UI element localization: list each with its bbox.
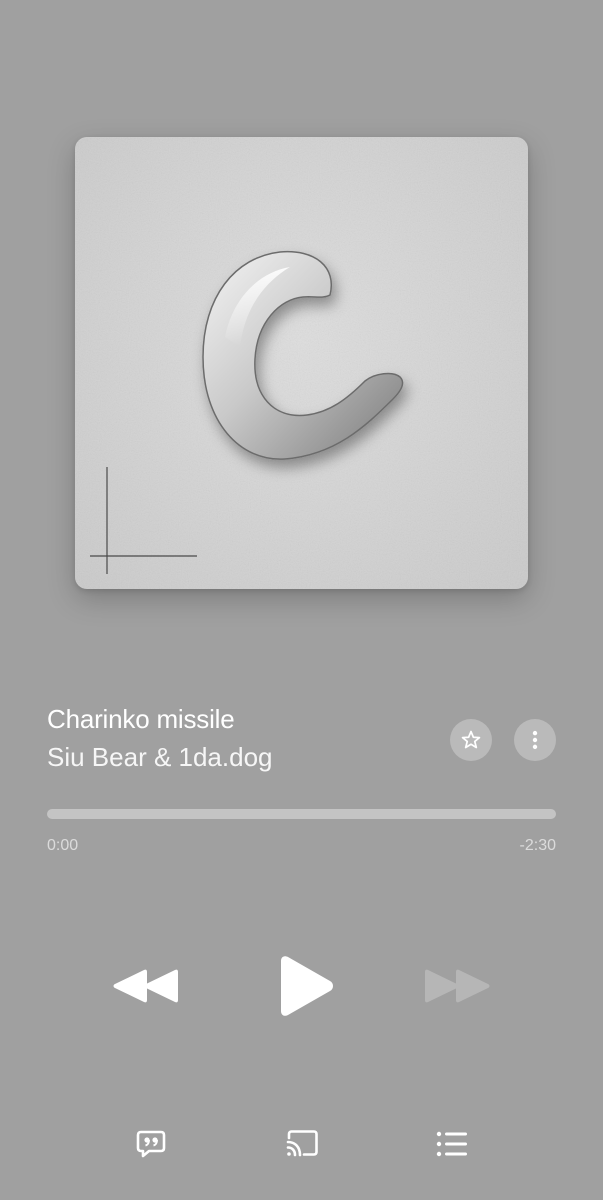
now-playing-screen: Charinko missile Siu Bear & 1da.dog 0:00… <box>0 0 603 1200</box>
more-options-button[interactable] <box>514 719 556 761</box>
queue-button[interactable] <box>430 1122 474 1166</box>
track-artist[interactable]: Siu Bear & 1da.dog <box>47 742 273 773</box>
progress-bar[interactable] <box>47 809 556 819</box>
remaining-time: -2:30 <box>519 837 556 854</box>
airplay-cast-icon <box>286 1130 318 1157</box>
elapsed-time: 0:00 <box>47 837 79 854</box>
rewind-icon <box>113 969 178 1003</box>
fast-forward-button[interactable] <box>418 960 498 1012</box>
rewind-button[interactable] <box>105 960 185 1012</box>
artwork-illustration <box>75 137 528 589</box>
queue-list-icon <box>436 1131 467 1157</box>
play-button[interactable] <box>266 950 342 1022</box>
lyrics-quote-bubble-icon <box>136 1130 166 1158</box>
album-artwork[interactable] <box>75 137 528 589</box>
vertical-ellipsis-icon <box>532 730 538 750</box>
track-title: Charinko missile <box>47 704 235 734</box>
play-icon <box>281 956 333 1016</box>
favorite-button[interactable] <box>450 719 492 761</box>
cast-button[interactable] <box>280 1122 324 1166</box>
star-icon <box>461 730 481 749</box>
fast-forward-icon <box>425 969 490 1003</box>
lyrics-button[interactable] <box>129 1122 173 1166</box>
